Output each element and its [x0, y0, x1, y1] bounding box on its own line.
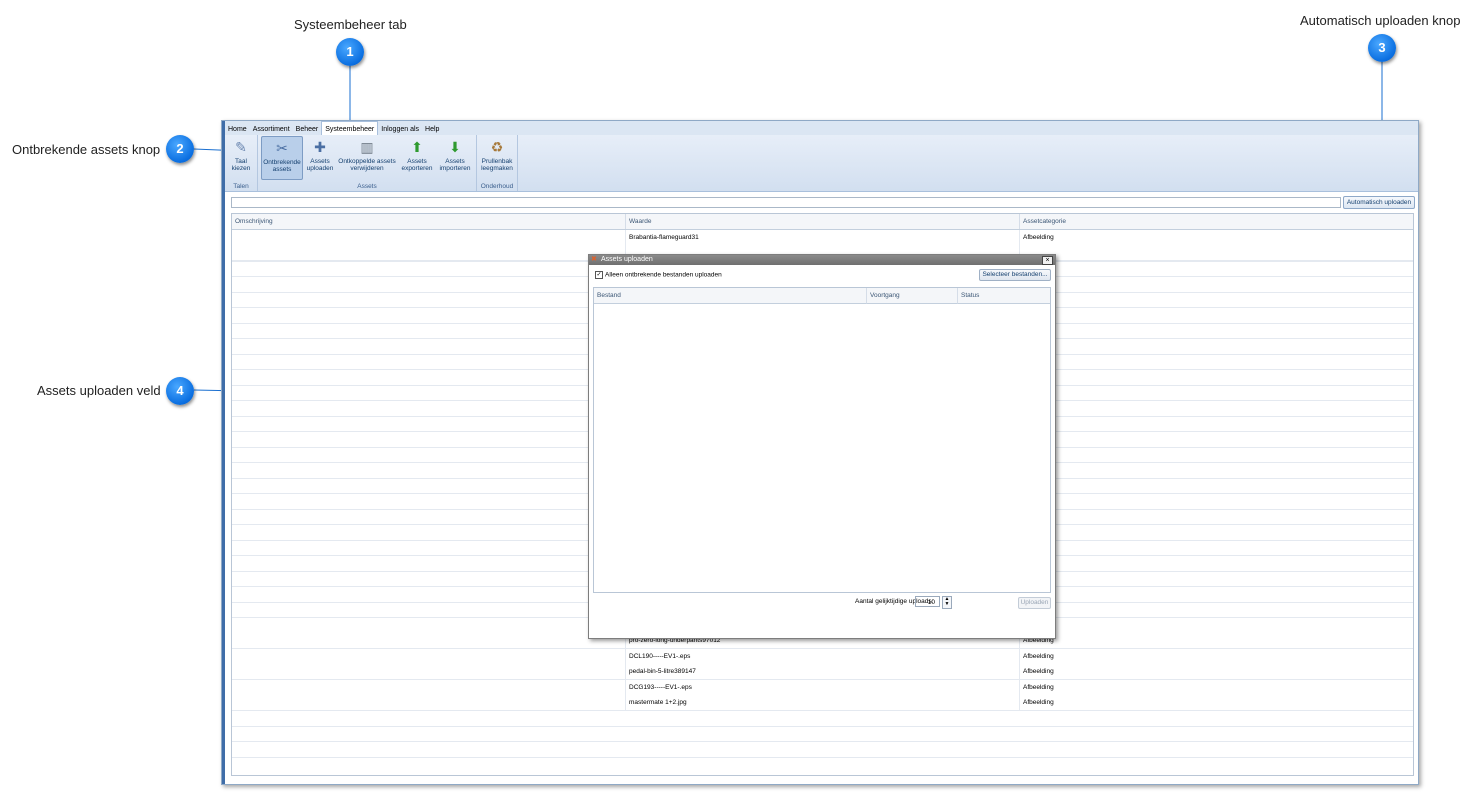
column-assetcategorie[interactable]: Assetcategorie — [1020, 214, 1413, 229]
cell-omschrijving — [232, 680, 626, 695]
app-window: Home Assortiment Beheer Systeembeheer Inlogg… — [221, 120, 1419, 785]
import-icon: ⬇ — [449, 139, 461, 155]
table-row[interactable]: DCG193-----EV1-.eps Afbeelding — [232, 680, 1413, 696]
ontbrekende-assets-button[interactable]: ✂ Ontbrekende assets — [261, 136, 303, 180]
quantity-stepper[interactable]: ▲ ▼ — [942, 596, 952, 609]
menu-home[interactable]: Home — [225, 122, 250, 136]
column-voortgang[interactable]: Voortgang — [867, 288, 958, 304]
prullenbak-leegmaken-button[interactable]: ♻ Prullenbak leegmaken — [479, 136, 515, 178]
dialog-app-icon: ✖ — [591, 256, 597, 263]
concurrent-uploads-input[interactable]: 10 — [915, 596, 940, 607]
cell-assetcategorie: Afbeelding — [1023, 684, 1054, 691]
cell-assetcategorie: Afbeelding — [1023, 668, 1054, 675]
uploaden-button[interactable]: Uploaden — [1018, 597, 1051, 609]
cell-omschrijving — [232, 695, 626, 710]
ontkoppelde-assets-label: Ontkoppelde assets verwijderen — [338, 158, 396, 172]
sort-arrow-icon: ▲ — [427, 213, 433, 216]
cell-assetcategorie: Afbeelding — [1023, 637, 1054, 644]
dialog-title: Assets uploaden — [601, 256, 653, 263]
callout-label-4: Assets uploaden veld — [37, 383, 161, 398]
assets-importeren-label: Assets importeren — [439, 158, 471, 172]
filter-input[interactable] — [231, 197, 1341, 208]
upload-file-table: Bestand Voortgang Status — [593, 287, 1051, 593]
column-bestand[interactable]: Bestand — [594, 288, 867, 304]
assets-exporteren-button[interactable]: ⬆ Assets exporteren — [399, 136, 435, 178]
cell-waarde: DCL190-----EV1-.eps — [626, 649, 1020, 664]
table-row[interactable]: mastermate 1+2.jpg Afbeelding — [232, 695, 1413, 711]
selecteer-bestanden-button[interactable]: Selecteer bestanden... — [979, 269, 1051, 281]
cell-assetcategorie: Afbeelding — [1023, 234, 1054, 241]
cell-waarde: mastermate 1+2.jpg — [626, 695, 1020, 710]
prullenbak-leegmaken-label: Prullenbak leegmaken — [481, 158, 513, 172]
taal-kiezen-button[interactable]: ✎ Taal kiezen — [227, 136, 255, 178]
ontbrekende-assets-label: Ontbrekende assets — [263, 159, 301, 173]
menu-beheer[interactable]: Beheer — [293, 122, 322, 136]
delete-unlinked-icon: ▥ — [360, 139, 374, 155]
cell-waarde: pedal-bin-5-litre389147 — [626, 664, 1020, 679]
assets-uploaden-button[interactable]: ✚ Assets uploaden — [305, 136, 335, 178]
upload-assets-icon: ✚ — [314, 139, 326, 155]
ribbon: ✎ Taal kiezen Talen ✂ Ontbrekende assets… — [225, 135, 1418, 192]
cell-omschrijving — [232, 230, 626, 245]
group-label-onderhoud: Onderhoud — [480, 183, 514, 190]
menu-help[interactable]: Help — [422, 122, 442, 136]
group-label-talen: Talen — [233, 183, 249, 190]
cell-assetcategorie: Afbeelding — [1023, 653, 1054, 660]
cell-waarde: Brabantia-flameguard31 — [626, 230, 1020, 245]
window-edge — [222, 121, 225, 784]
alleen-ontbrekende-checkbox[interactable]: ✓ Alleen ontbrekende bestanden uploaden — [595, 271, 722, 279]
callout-badge-2: 2 — [166, 135, 194, 163]
cell-assetcategorie — [1020, 245, 1413, 260]
recycle-bin-icon: ♻ — [490, 139, 504, 155]
table-row[interactable]: DCL190-----EV1-.eps Afbeelding — [232, 649, 1413, 665]
cell-omschrijving — [232, 649, 626, 664]
ribbon-group-onderhoud: ♻ Prullenbak leegmaken Onderhoud — [477, 135, 518, 191]
language-icon: ✎ — [235, 139, 247, 155]
cell-waarde: DCG193-----EV1-.eps — [626, 680, 1020, 695]
checkbox-label: Alleen ontbrekende bestanden uploaden — [605, 271, 722, 279]
callout-badge-3: 3 — [1368, 34, 1396, 62]
missing-assets-icon: ✂ — [276, 140, 288, 156]
ontkoppelde-assets-verwijderen-button[interactable]: ▥ Ontkoppelde assets verwijderen — [338, 136, 396, 178]
taal-kiezen-label: Taal kiezen — [231, 158, 251, 172]
table-row[interactable] — [232, 726, 1413, 742]
callout-label-3: Automatisch uploaden knop — [1300, 13, 1461, 28]
assets-exporteren-label: Assets exporteren — [401, 158, 433, 172]
ribbon-group-talen: ✎ Taal kiezen Talen — [225, 135, 258, 191]
menu-bar: Home Assortiment Beheer Systeembeheer Inlogg… — [225, 121, 1418, 136]
table-row[interactable] — [232, 711, 1413, 727]
ribbon-group-assets: ✂ Ontbrekende assets ✚ Assets uploaden ▥… — [258, 135, 477, 191]
cell-assetcategorie: Afbeelding — [1023, 699, 1054, 706]
cell-omschrijving — [232, 633, 626, 648]
export-icon: ⬆ — [411, 139, 423, 155]
callout-badge-4: 4 — [166, 377, 194, 405]
menu-assortiment[interactable]: Assortiment — [250, 122, 293, 136]
cell-omschrijving — [232, 245, 626, 260]
cell-omschrijving — [232, 664, 626, 679]
grid-header: Omschrijving ▲ Waarde Assetcategorie — [232, 214, 1413, 230]
column-omschrijving[interactable]: Omschrijving — [232, 214, 626, 229]
callout-label-1: Systeembeheer tab — [294, 17, 407, 32]
menu-inloggen-als[interactable]: Inloggen als — [378, 122, 422, 136]
assets-importeren-button[interactable]: ⬇ Assets importeren — [437, 136, 473, 178]
dialog-title-bar: ✖ Assets uploaden × — [589, 255, 1055, 265]
column-status[interactable]: Status — [958, 288, 1050, 304]
callout-badge-1: 1 — [336, 38, 364, 66]
close-icon[interactable]: × — [1042, 256, 1053, 265]
checkbox-checked-icon[interactable]: ✓ — [595, 271, 603, 279]
table-row[interactable] — [232, 742, 1413, 758]
tab-systeembeheer[interactable]: Systeembeheer — [321, 121, 379, 136]
table-row[interactable]: pedal-bin-5-litre389147 Afbeelding — [232, 664, 1413, 680]
group-label-assets: Assets — [357, 183, 377, 190]
callout-label-2: Ontbrekende assets knop — [12, 142, 161, 157]
table-row[interactable]: Brabantia-flameguard31 Afbeelding — [232, 230, 1413, 246]
column-waarde[interactable]: Waarde — [626, 214, 1020, 229]
assets-uploaden-label: Assets uploaden — [306, 158, 334, 172]
automatisch-uploaden-button[interactable]: Automatisch uploaden — [1343, 196, 1415, 209]
assets-uploaden-dialog: ✖ Assets uploaden × ✓ Alleen ontbrekende … — [588, 254, 1056, 639]
